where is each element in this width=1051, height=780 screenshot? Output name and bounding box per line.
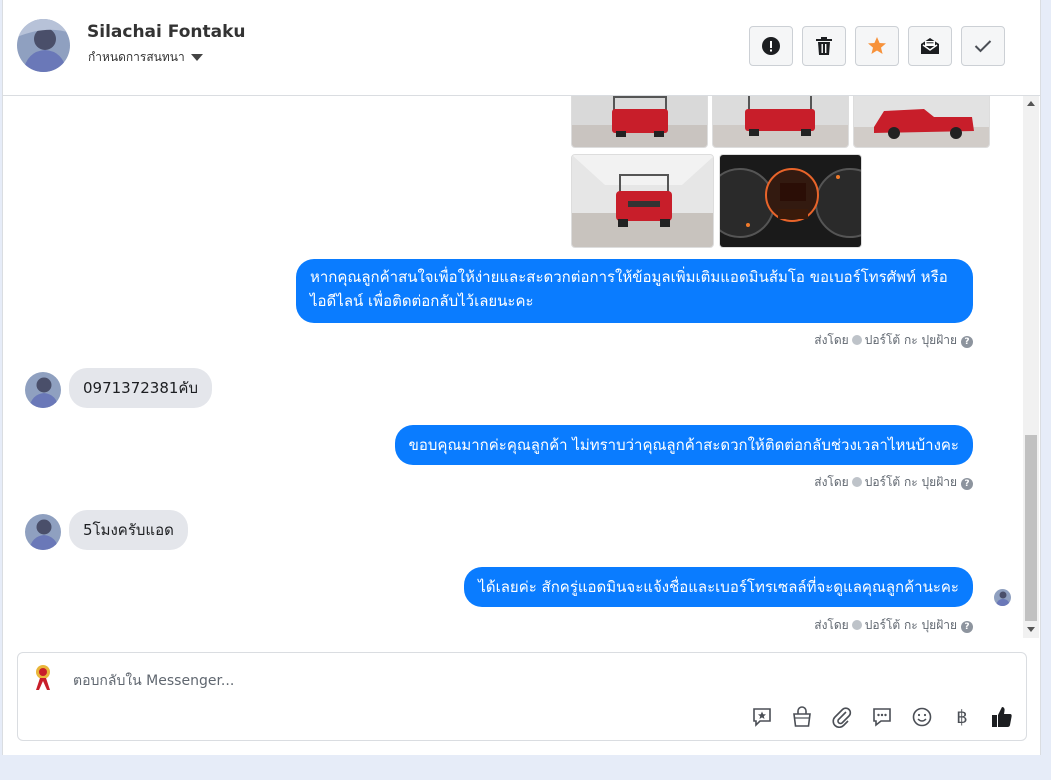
bag-icon — [793, 706, 811, 727]
scrollbar-thumb[interactable] — [1025, 435, 1037, 621]
like-icon — [992, 707, 1012, 727]
emoji-icon — [912, 707, 932, 727]
message-thread: หากคุณลูกค้าสนใจเพื่อให้ง่ายและสะดวกต่อก… — [3, 96, 1023, 638]
alert-icon — [762, 37, 780, 55]
assign-conversation-dropdown[interactable]: กำหนดการสนทนา — [88, 48, 203, 67]
emoji-button[interactable] — [908, 703, 936, 731]
payment-button[interactable]: ฿ — [948, 703, 976, 731]
car-photo[interactable] — [571, 154, 714, 248]
incoming-message[interactable]: 5โมงครับแอด — [69, 510, 188, 550]
star-icon — [868, 37, 886, 54]
saved-reply-icon — [873, 708, 891, 727]
dashboard-photo[interactable] — [719, 154, 862, 248]
assign-label: กำหนดการสนทนา — [88, 50, 185, 64]
attach-button[interactable] — [828, 703, 856, 731]
car-photo[interactable] — [571, 96, 708, 148]
like-button[interactable] — [988, 703, 1016, 731]
quick-reply-icon — [753, 708, 771, 727]
scroll-up-arrow-icon[interactable] — [1027, 101, 1035, 106]
sender-dot-icon — [851, 477, 862, 487]
mark-unread-button[interactable] — [908, 26, 952, 66]
contact-avatar-small — [25, 372, 61, 408]
saved-replies-button[interactable] — [868, 703, 896, 731]
sent-by-label: ส่งโดย ปอร์โต้ กะ ปุยฝ้าย? — [814, 473, 973, 492]
composer-toolbar: ฿ — [748, 703, 1016, 731]
conversation-header: Silachai Fontaku กำหนดการสนทนา — [3, 0, 1040, 96]
delete-button[interactable] — [802, 26, 846, 66]
trash-icon — [816, 37, 832, 55]
mail-icon — [921, 38, 939, 54]
outgoing-message[interactable]: ได้เลยค่ะ สักครู่แอดมินจะแจ้งชื่อและเบอร… — [464, 567, 973, 607]
caret-down-icon — [190, 54, 203, 61]
help-icon[interactable]: ? — [961, 478, 973, 490]
incoming-message[interactable]: 0971372381คับ — [69, 368, 212, 408]
help-icon[interactable]: ? — [961, 621, 973, 633]
reply-composer: ตอบกลับใน Messenger... ฿ — [17, 652, 1027, 741]
star-button[interactable] — [855, 26, 899, 66]
sender-dot-icon — [851, 620, 862, 630]
sender-dot-icon — [851, 335, 862, 345]
mark-done-button[interactable] — [961, 26, 1005, 66]
contact-avatar-small — [25, 514, 61, 550]
baht-icon: ฿ — [956, 706, 968, 728]
outgoing-message[interactable]: หากคุณลูกค้าสนใจเพื่อให้ง่ายและสะดวกต่อก… — [296, 259, 973, 323]
quick-reply-button[interactable] — [748, 703, 776, 731]
help-icon[interactable]: ? — [961, 336, 973, 348]
check-icon — [974, 40, 992, 53]
sender-name[interactable]: ปอร์โต้ กะ ปุยฝ้าย — [865, 475, 957, 489]
car-photo[interactable] — [853, 96, 990, 148]
contact-avatar[interactable] — [17, 19, 70, 72]
sent-by-label: ส่งโดย ปอร์โต้ กะ ปุยฝ้าย? — [814, 616, 973, 635]
seen-avatar — [994, 589, 1011, 606]
contact-name[interactable]: Silachai Fontaku — [87, 22, 245, 42]
conversation-panel: Silachai Fontaku กำหนดการสนทนา หากคุณลูก… — [2, 0, 1041, 755]
sender-name[interactable]: ปอร์โต้ กะ ปุยฝ้าย — [865, 333, 957, 347]
attach-icon — [832, 707, 852, 728]
outgoing-message[interactable]: ขอบคุณมากค่ะคุณลูกค้า ไม่ทราบว่าคุณลูกค้… — [394, 425, 973, 465]
sender-name[interactable]: ปอร์โต้ กะ ปุยฝ้าย — [865, 618, 957, 632]
reply-input[interactable]: ตอบกลับใน Messenger... — [73, 670, 234, 692]
scroll-down-arrow-icon[interactable] — [1027, 627, 1035, 632]
sent-by-label: ส่งโดย ปอร์โต้ กะ ปุยฝ้าย? — [814, 331, 973, 350]
car-photo[interactable] — [712, 96, 849, 148]
page-avatar — [28, 662, 58, 692]
shop-button[interactable] — [788, 703, 816, 731]
mark-spam-button[interactable] — [749, 26, 793, 66]
